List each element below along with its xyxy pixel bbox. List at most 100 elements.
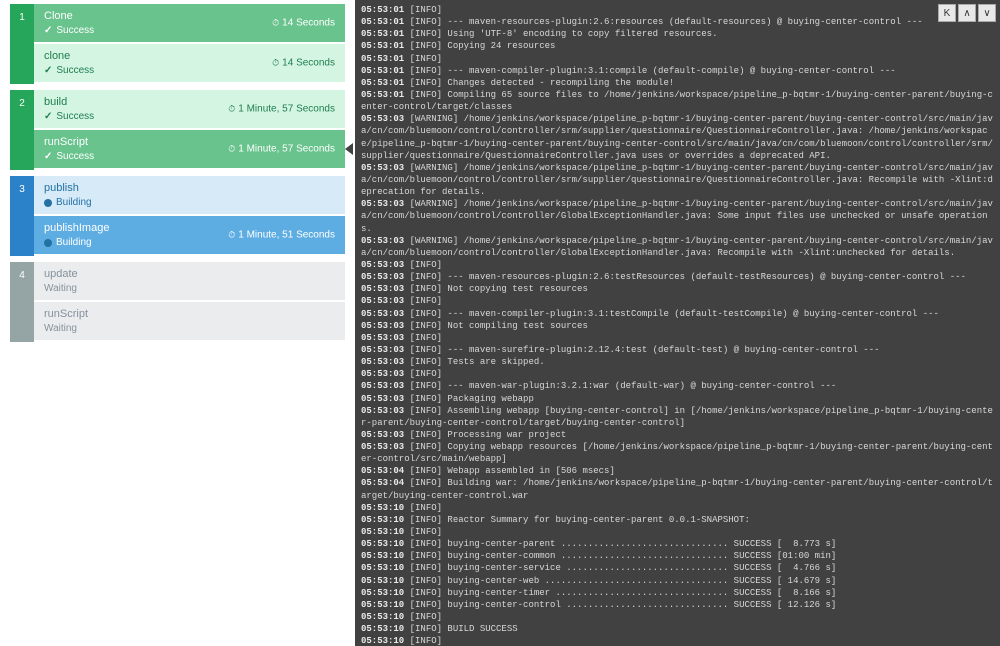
log-line: 05:53:03 [INFO] Packaging webapp bbox=[361, 393, 994, 405]
log-line: 05:53:01 [INFO] bbox=[361, 53, 994, 65]
log-line: 05:53:03 [INFO] --- maven-surefire-plugi… bbox=[361, 344, 994, 356]
log-line: 05:53:10 [INFO] buying-center-control ..… bbox=[361, 599, 994, 611]
log-timestamp: 05:53:03 bbox=[361, 114, 404, 124]
log-line: 05:53:01 [INFO] Using 'UTF-8' encoding t… bbox=[361, 28, 994, 40]
log-text: [INFO] bbox=[404, 260, 442, 270]
log-text: [WARNING] /home/jenkins/workspace/pipeli… bbox=[361, 163, 993, 197]
stage-title: runScript bbox=[44, 308, 335, 320]
log-timestamp: 05:53:10 bbox=[361, 539, 404, 549]
console-controls: K ∧ ∨ bbox=[938, 4, 996, 22]
log-timestamp: 05:53:03 bbox=[361, 430, 404, 440]
log-timestamp: 05:53:03 bbox=[361, 394, 404, 404]
log-text: [INFO] Copying webapp resources [/home/j… bbox=[361, 442, 993, 464]
log-timestamp: 05:53:03 bbox=[361, 321, 404, 331]
log-timestamp: 05:53:03 bbox=[361, 272, 404, 282]
stage-duration-text: 14 Seconds bbox=[282, 58, 335, 69]
log-line: 05:53:10 [INFO] bbox=[361, 635, 994, 646]
building-icon bbox=[44, 199, 52, 207]
log-text: [INFO] bbox=[404, 369, 442, 379]
stage-card[interactable]: cloneSuccess14 Seconds bbox=[34, 44, 345, 82]
stage-card[interactable]: runScript Waiting bbox=[34, 302, 345, 340]
log-timestamp: 05:53:03 bbox=[361, 333, 404, 343]
log-line: 05:53:03 [INFO] bbox=[361, 368, 994, 380]
log-line: 05:53:03 [WARNING] /home/jenkins/workspa… bbox=[361, 235, 994, 259]
stage-list: CloneSuccess14 SecondscloneSuccess14 Sec… bbox=[34, 4, 345, 84]
clock-icon bbox=[228, 144, 235, 155]
log-line: 05:53:10 [INFO] buying-center-timer ....… bbox=[361, 587, 994, 599]
log-text: [INFO] buying-center-control ...........… bbox=[404, 600, 836, 610]
log-timestamp: 05:53:01 bbox=[361, 17, 404, 27]
log-line: 05:53:01 [INFO] --- maven-resources-plug… bbox=[361, 16, 994, 28]
stage-status: Waiting bbox=[44, 323, 335, 334]
log-text: [INFO] --- maven-compiler-plugin:3.1:com… bbox=[404, 66, 895, 76]
stage-status-label: Building bbox=[56, 197, 92, 208]
log-timestamp: 05:53:01 bbox=[361, 29, 404, 39]
clock-icon bbox=[272, 18, 279, 29]
stage-duration-text: 1 Minute, 57 Seconds bbox=[238, 104, 335, 115]
log-text: [INFO] buying-center-common ............… bbox=[404, 551, 836, 561]
console-down-button[interactable]: ∨ bbox=[978, 4, 996, 22]
log-line: 05:53:10 [INFO] bbox=[361, 502, 994, 514]
log-text: [INFO] Copying 24 resources bbox=[404, 41, 555, 51]
log-text: [INFO] Building war: /home/jenkins/works… bbox=[361, 478, 993, 500]
stage-card[interactable]: buildSuccess1 Minute, 57 Seconds bbox=[34, 90, 345, 128]
log-timestamp: 05:53:03 bbox=[361, 284, 404, 294]
stage-duration: 1 Minute, 57 Seconds bbox=[228, 104, 335, 115]
log-line: 05:53:03 [INFO] bbox=[361, 259, 994, 271]
stage-card[interactable]: runScriptSuccess1 Minute, 57 Seconds bbox=[34, 130, 345, 168]
log-timestamp: 05:53:03 bbox=[361, 357, 404, 367]
log-text: [INFO] Webapp assembled in [506 msecs] bbox=[404, 466, 615, 476]
log-line: 05:53:10 [INFO] buying-center-web ......… bbox=[361, 575, 994, 587]
stage-group: 3publishBuildingpublishImageBuilding1 Mi… bbox=[10, 176, 345, 256]
log-text: [INFO] Assembling webapp [buying-center-… bbox=[361, 406, 993, 428]
log-timestamp: 05:53:03 bbox=[361, 406, 404, 416]
log-timestamp: 05:53:10 bbox=[361, 612, 404, 622]
stage-status: Building bbox=[44, 197, 335, 208]
console-skip-button[interactable]: K bbox=[938, 4, 956, 22]
log-line: 05:53:03 [INFO] Processing war project bbox=[361, 429, 994, 441]
log-line: 05:53:10 [INFO] buying-center-common ...… bbox=[361, 550, 994, 562]
stage-duration: 14 Seconds bbox=[272, 18, 335, 29]
log-line: 05:53:03 [INFO] Not copying test resourc… bbox=[361, 283, 994, 295]
stage-card[interactable]: publishBuilding bbox=[34, 176, 345, 214]
log-text: [INFO] bbox=[404, 5, 442, 15]
log-timestamp: 05:53:03 bbox=[361, 442, 404, 452]
log-text: [INFO] bbox=[404, 636, 442, 646]
log-text: [INFO] bbox=[404, 503, 442, 513]
log-line: 05:53:03 [WARNING] /home/jenkins/workspa… bbox=[361, 162, 994, 198]
log-line: 05:53:10 [INFO] bbox=[361, 611, 994, 623]
log-timestamp: 05:53:03 bbox=[361, 345, 404, 355]
log-timestamp: 05:53:03 bbox=[361, 236, 404, 246]
check-icon bbox=[44, 65, 52, 76]
log-text: [INFO] --- maven-surefire-plugin:2.12.4:… bbox=[404, 345, 879, 355]
stage-card[interactable]: CloneSuccess14 Seconds bbox=[34, 4, 345, 42]
log-line: 05:53:01 [INFO] Copying 24 resources bbox=[361, 40, 994, 52]
log-text: [INFO] Tests are skipped. bbox=[404, 357, 544, 367]
log-line: 05:53:03 [INFO] Not compiling test sourc… bbox=[361, 320, 994, 332]
log-timestamp: 05:53:01 bbox=[361, 66, 404, 76]
stage-duration: 1 Minute, 57 Seconds bbox=[228, 144, 335, 155]
log-text: [INFO] bbox=[404, 612, 442, 622]
stage-duration: 14 Seconds bbox=[272, 58, 335, 69]
stage-card[interactable]: updateWaiting bbox=[34, 262, 345, 300]
log-line: 05:53:10 [INFO] BUILD SUCCESS bbox=[361, 623, 994, 635]
stage-duration-text: 14 Seconds bbox=[282, 18, 335, 29]
console-panel: K ∧ ∨ 05:53:01 [INFO]05:53:01 [INFO] ---… bbox=[355, 0, 1000, 646]
log-timestamp: 05:53:10 bbox=[361, 576, 404, 586]
log-timestamp: 05:53:03 bbox=[361, 296, 404, 306]
log-line: 05:53:03 [INFO] --- maven-war-plugin:3.2… bbox=[361, 380, 994, 392]
stage-status-label: Success bbox=[56, 65, 94, 76]
log-text: [INFO] Compiling 65 source files to /hom… bbox=[361, 90, 993, 112]
log-text: [INFO] --- maven-resources-plugin:2.6:te… bbox=[404, 272, 966, 282]
stage-card[interactable]: publishImageBuilding1 Minute, 51 Seconds bbox=[34, 216, 345, 254]
console-up-button[interactable]: ∧ bbox=[958, 4, 976, 22]
log-line: 05:53:01 [INFO] bbox=[361, 4, 994, 16]
building-icon bbox=[44, 239, 52, 247]
log-text: [INFO] --- maven-war-plugin:3.2.1:war (d… bbox=[404, 381, 836, 391]
log-text: [WARNING] /home/jenkins/workspace/pipeli… bbox=[361, 236, 993, 258]
log-timestamp: 05:53:10 bbox=[361, 527, 404, 537]
console-log[interactable]: 05:53:01 [INFO]05:53:01 [INFO] --- maven… bbox=[355, 0, 1000, 646]
log-text: [INFO] bbox=[404, 54, 442, 64]
log-line: 05:53:10 [INFO] bbox=[361, 526, 994, 538]
clock-icon bbox=[272, 58, 279, 69]
